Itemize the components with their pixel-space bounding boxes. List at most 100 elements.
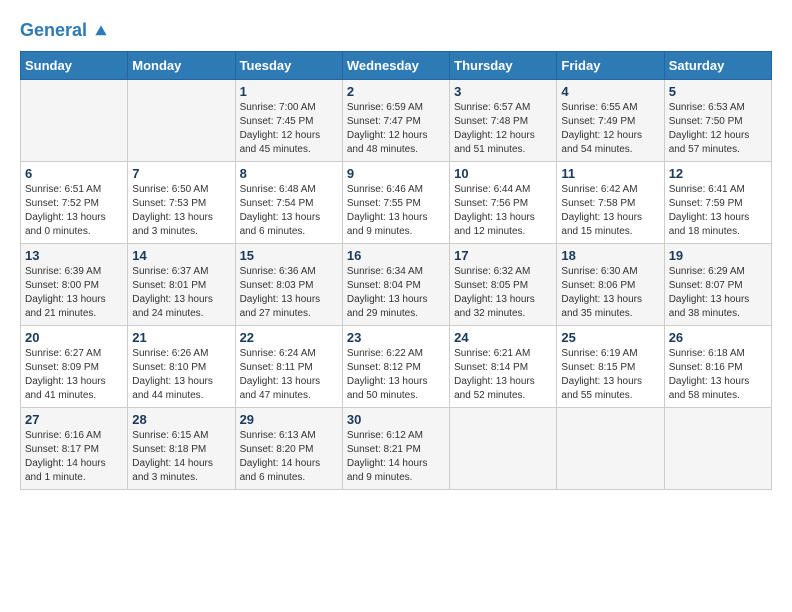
calendar-table: SundayMondayTuesdayWednesdayThursdayFrid… — [20, 51, 772, 490]
calendar-header-row: SundayMondayTuesdayWednesdayThursdayFrid… — [21, 52, 772, 80]
calendar-cell: 18Sunrise: 6:30 AMSunset: 8:06 PMDayligh… — [557, 244, 664, 326]
day-number: 17 — [454, 248, 552, 263]
header-saturday: Saturday — [664, 52, 771, 80]
calendar-cell: 7 Sunrise: 6:50 AMSunset: 7:53 PMDaylight… — [128, 162, 235, 244]
day-info: Sunrise: 6:57 AMSunset: 7:48 PMDaylight:… — [454, 101, 552, 157]
calendar-cell: 16 Sunrise: 6:34 AMSunset: 8:04 PMDayligh… — [342, 244, 449, 326]
calendar-week-3: 13 Sunrise: 6:39 AMSunset: 8:00 PMDayligh… — [21, 244, 772, 326]
day-info: Sunrise: 6:27 AMSunset: 8:09 PMDaylight:… — [25, 347, 123, 403]
calendar-cell: 8 Sunrise: 6:48 AMSunset: 7:54 PMDaylight… — [235, 162, 342, 244]
day-info: Sunrise: 6:59 AMSunset: 7:47 PMDaylight:… — [347, 101, 445, 157]
logo-text: General — [20, 20, 108, 41]
day-number: 15 — [240, 248, 338, 263]
day-info: Sunrise: 6:12 AMSunset: 8:21 PMDaylight:… — [347, 429, 445, 485]
day-number: 22 — [240, 330, 338, 345]
day-info: Sunrise: 6:21 AMSunset: 8:14 PMDaylight:… — [454, 347, 552, 403]
day-info: Sunrise: 6:24 AMSunset: 8:11 PMDaylight:… — [240, 347, 338, 403]
header-monday: Monday — [128, 52, 235, 80]
day-info: Sunrise: 6:29 AMSunset: 8:07 PMDaylight:… — [669, 265, 767, 321]
calendar-cell — [128, 80, 235, 162]
header-tuesday: Tuesday — [235, 52, 342, 80]
calendar-cell: 24 Sunrise: 6:21 AMSunset: 8:14 PMDayligh… — [450, 326, 557, 408]
day-info: Sunrise: 6:18 AMSunset: 8:16 PMDaylight:… — [669, 347, 767, 403]
calendar-cell: 2 Sunrise: 6:59 AMSunset: 7:47 PMDaylight… — [342, 80, 449, 162]
calendar-cell: 17 Sunrise: 6:32 AMSunset: 8:05 PMDayligh… — [450, 244, 557, 326]
day-info: Sunrise: 6:48 AMSunset: 7:54 PMDaylight:… — [240, 183, 338, 239]
day-number: 13 — [25, 248, 123, 263]
calendar-cell — [450, 408, 557, 490]
logo-icon — [94, 24, 108, 38]
day-number: 1 — [240, 84, 338, 99]
calendar-week-1: 1 Sunrise: 7:00 AMSunset: 7:45 PMDaylight… — [21, 80, 772, 162]
calendar-cell: 13 Sunrise: 6:39 AMSunset: 8:00 PMDayligh… — [21, 244, 128, 326]
day-info: Sunrise: 6:26 AMSunset: 8:10 PMDaylight:… — [132, 347, 230, 403]
calendar-cell: 12 Sunrise: 6:41 AMSunset: 7:59 PMDayligh… — [664, 162, 771, 244]
day-number: 24 — [454, 330, 552, 345]
day-number: 2 — [347, 84, 445, 99]
day-info: Sunrise: 6:55 AMSunset: 7:49 PMDaylight:… — [561, 101, 659, 157]
calendar-cell: 21 Sunrise: 6:26 AMSunset: 8:10 PMDayligh… — [128, 326, 235, 408]
calendar-cell: 19 Sunrise: 6:29 AMSunset: 8:07 PMDayligh… — [664, 244, 771, 326]
day-info: Sunrise: 6:36 AMSunset: 8:03 PMDaylight:… — [240, 265, 338, 321]
day-info: Sunrise: 6:41 AMSunset: 7:59 PMDaylight:… — [669, 183, 767, 239]
calendar-cell: 26 Sunrise: 6:18 AMSunset: 8:16 PMDayligh… — [664, 326, 771, 408]
day-info: Sunrise: 6:16 AMSunset: 8:17 PMDaylight:… — [25, 429, 123, 485]
day-info: Sunrise: 6:34 AMSunset: 8:04 PMDaylight:… — [347, 265, 445, 321]
day-number: 30 — [347, 412, 445, 427]
header-thursday: Thursday — [450, 52, 557, 80]
day-number: 26 — [669, 330, 767, 345]
header-friday: Friday — [557, 52, 664, 80]
calendar-cell: 30 Sunrise: 6:12 AMSunset: 8:21 PMDayligh… — [342, 408, 449, 490]
calendar-cell: 4 Sunrise: 6:55 AMSunset: 7:49 PMDaylight… — [557, 80, 664, 162]
calendar-cell: 22 Sunrise: 6:24 AMSunset: 8:11 PMDayligh… — [235, 326, 342, 408]
logo-general: General — [20, 20, 87, 40]
calendar-week-2: 6Sunrise: 6:51 AMSunset: 7:52 PMDaylight… — [21, 162, 772, 244]
day-number: 23 — [347, 330, 445, 345]
day-number: 11 — [561, 166, 659, 181]
day-number: 8 — [240, 166, 338, 181]
calendar-cell: 5 Sunrise: 6:53 AMSunset: 7:50 PMDaylight… — [664, 80, 771, 162]
day-info: Sunrise: 6:22 AMSunset: 8:12 PMDaylight:… — [347, 347, 445, 403]
day-number: 27 — [25, 412, 123, 427]
calendar-cell: 23 Sunrise: 6:22 AMSunset: 8:12 PMDayligh… — [342, 326, 449, 408]
day-info: Sunrise: 6:39 AMSunset: 8:00 PMDaylight:… — [25, 265, 123, 321]
calendar-cell: 10Sunrise: 6:44 AMSunset: 7:56 PMDayligh… — [450, 162, 557, 244]
calendar-cell: 28Sunrise: 6:15 AMSunset: 8:18 PMDayligh… — [128, 408, 235, 490]
calendar-cell: 20 Sunrise: 6:27 AMSunset: 8:09 PMDayligh… — [21, 326, 128, 408]
day-number: 19 — [669, 248, 767, 263]
calendar-cell: 3 Sunrise: 6:57 AMSunset: 7:48 PMDaylight… — [450, 80, 557, 162]
day-info: Sunrise: 6:13 AMSunset: 8:20 PMDaylight:… — [240, 429, 338, 485]
day-number: 18 — [561, 248, 659, 263]
calendar-cell — [21, 80, 128, 162]
calendar-cell: 15 Sunrise: 6:36 AMSunset: 8:03 PMDayligh… — [235, 244, 342, 326]
calendar-cell — [557, 408, 664, 490]
day-number: 16 — [347, 248, 445, 263]
calendar-cell: 29Sunrise: 6:13 AMSunset: 8:20 PMDayligh… — [235, 408, 342, 490]
day-number: 25 — [561, 330, 659, 345]
day-number: 28 — [132, 412, 230, 427]
day-number: 4 — [561, 84, 659, 99]
day-number: 3 — [454, 84, 552, 99]
day-info: Sunrise: 6:50 AMSunset: 7:53 PMDaylight:… — [132, 183, 230, 239]
day-info: Sunrise: 7:00 AMSunset: 7:45 PMDaylight:… — [240, 101, 338, 157]
calendar-week-4: 20 Sunrise: 6:27 AMSunset: 8:09 PMDayligh… — [21, 326, 772, 408]
day-info: Sunrise: 6:46 AMSunset: 7:55 PMDaylight:… — [347, 183, 445, 239]
day-info: Sunrise: 6:44 AMSunset: 7:56 PMDaylight:… — [454, 183, 552, 239]
logo: General — [20, 20, 108, 41]
day-number: 21 — [132, 330, 230, 345]
day-number: 14 — [132, 248, 230, 263]
day-number: 12 — [669, 166, 767, 181]
calendar-cell: 14 Sunrise: 6:37 AMSunset: 8:01 PMDayligh… — [128, 244, 235, 326]
day-number: 7 — [132, 166, 230, 181]
day-info: Sunrise: 6:19 AMSunset: 8:15 PMDaylight:… — [561, 347, 659, 403]
day-info: Sunrise: 6:53 AMSunset: 7:50 PMDaylight:… — [669, 101, 767, 157]
calendar-cell: 27 Sunrise: 6:16 AMSunset: 8:17 PMDayligh… — [21, 408, 128, 490]
day-number: 5 — [669, 84, 767, 99]
day-number: 9 — [347, 166, 445, 181]
day-info: Sunrise: 6:37 AMSunset: 8:01 PMDaylight:… — [132, 265, 230, 321]
day-number: 20 — [25, 330, 123, 345]
day-info: Sunrise: 6:32 AMSunset: 8:05 PMDaylight:… — [454, 265, 552, 321]
day-number: 6 — [25, 166, 123, 181]
header-sunday: Sunday — [21, 52, 128, 80]
header-wednesday: Wednesday — [342, 52, 449, 80]
